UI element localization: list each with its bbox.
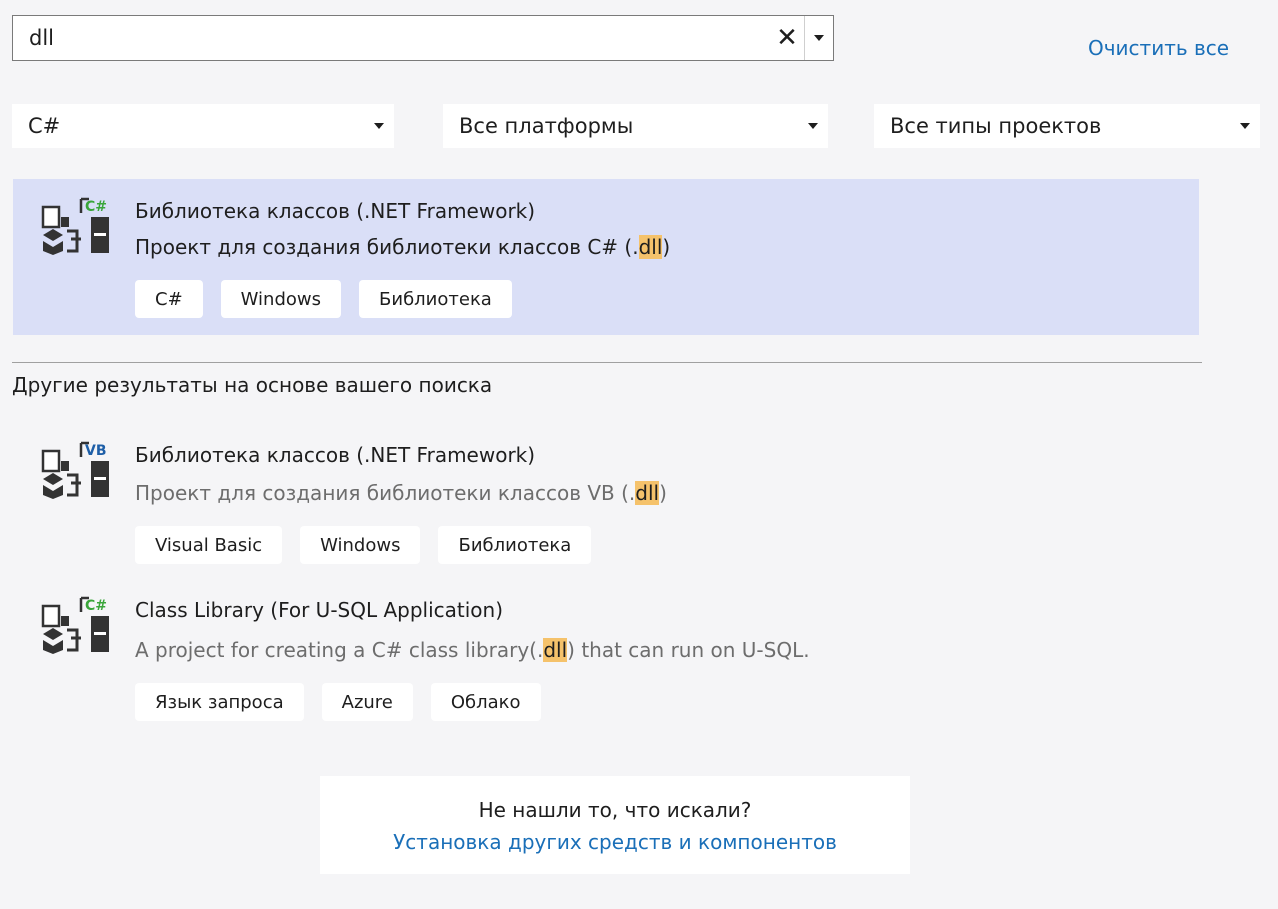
project-type-filter-dropdown[interactable]: Все типы проектов <box>874 104 1260 148</box>
search-match-highlight: dll <box>635 481 660 505</box>
chevron-down-icon <box>1240 123 1250 129</box>
icon-badge-text: C# <box>85 199 107 215</box>
other-results-heading: Другие результаты на основе вашего поиск… <box>12 373 493 397</box>
template-tags: Язык запроса Azure Облако <box>135 683 541 721</box>
class-library-usql-icon: C# <box>41 596 109 654</box>
template-tags: C# Windows Библиотека <box>135 280 512 318</box>
chevron-down-icon <box>374 123 384 129</box>
template-list-item[interactable]: C# Class Library (For U-SQL Application)… <box>13 580 1199 726</box>
description-text: ) that can run on U-SQL. <box>567 638 810 662</box>
template-list-item-selected[interactable]: C# Библиотека классов (.NET Framework) П… <box>13 179 1199 335</box>
tag-platform: Windows <box>220 280 342 318</box>
not-found-panel: Не нашли то, что искали? Установка други… <box>320 776 910 874</box>
platform-filter-dropdown[interactable]: Все платформы <box>443 104 828 148</box>
tag-platform: Azure <box>321 683 413 721</box>
tag-language: Visual Basic <box>135 526 283 564</box>
search-history-dropdown[interactable] <box>804 16 833 60</box>
install-more-tools-link[interactable]: Установка других средств и компонентов <box>320 830 910 854</box>
tag-project-type: Облако <box>430 683 541 721</box>
clear-all-link[interactable]: Очистить все <box>1088 36 1229 60</box>
platform-filter-value: Все платформы <box>459 114 634 138</box>
new-project-search-panel: ✕ Очистить все C# Все платформы Все типы… <box>0 0 1278 909</box>
template-description: A project for creating a C# class librar… <box>135 638 810 662</box>
template-title: Class Library (For U-SQL Application) <box>135 598 504 622</box>
clear-search-icon[interactable]: ✕ <box>770 16 804 60</box>
chevron-down-icon <box>808 123 818 129</box>
template-title: Библиотека классов (.NET Framework) <box>135 199 536 223</box>
chevron-down-icon <box>814 35 824 41</box>
template-tags: Visual Basic Windows Библиотека <box>135 526 592 564</box>
project-type-filter-value: Все типы проектов <box>890 114 1102 138</box>
tag-project-type: Библиотека <box>438 526 592 564</box>
icon-badge-text: VB <box>85 443 107 459</box>
template-list-item[interactable]: VB Библиотека классов (.NET Framework) П… <box>13 423 1199 569</box>
class-library-csharp-icon: C# <box>41 197 109 255</box>
search-match-highlight: dll <box>638 235 663 259</box>
tag-language: Язык запроса <box>135 683 304 721</box>
tag-project-type: Библиотека <box>359 280 512 318</box>
language-filter-dropdown[interactable]: C# <box>12 104 394 148</box>
template-title: Библиотека классов (.NET Framework) <box>135 443 536 467</box>
class-library-vb-icon: VB <box>41 441 109 499</box>
description-text: Проект для создания библиотеки классов V… <box>135 481 636 505</box>
tag-language: C# <box>135 280 203 318</box>
results-divider <box>12 362 1202 363</box>
template-search-box: ✕ <box>12 15 834 61</box>
language-filter-value: C# <box>28 114 61 138</box>
description-text: ) <box>659 481 667 505</box>
description-text: A project for creating a C# class librar… <box>135 638 544 662</box>
description-text: ) <box>662 235 671 259</box>
icon-badge-text: C# <box>85 598 107 614</box>
not-found-question: Не нашли то, что искали? <box>478 798 752 822</box>
template-search-input[interactable] <box>13 15 770 61</box>
search-match-highlight: dll <box>543 638 568 662</box>
description-text: Проект для создания библиотеки классов C… <box>135 235 639 259</box>
template-description: Проект для создания библиотеки классов C… <box>135 235 670 259</box>
template-description: Проект для создания библиотеки классов V… <box>135 481 667 505</box>
tag-platform: Windows <box>300 526 421 564</box>
